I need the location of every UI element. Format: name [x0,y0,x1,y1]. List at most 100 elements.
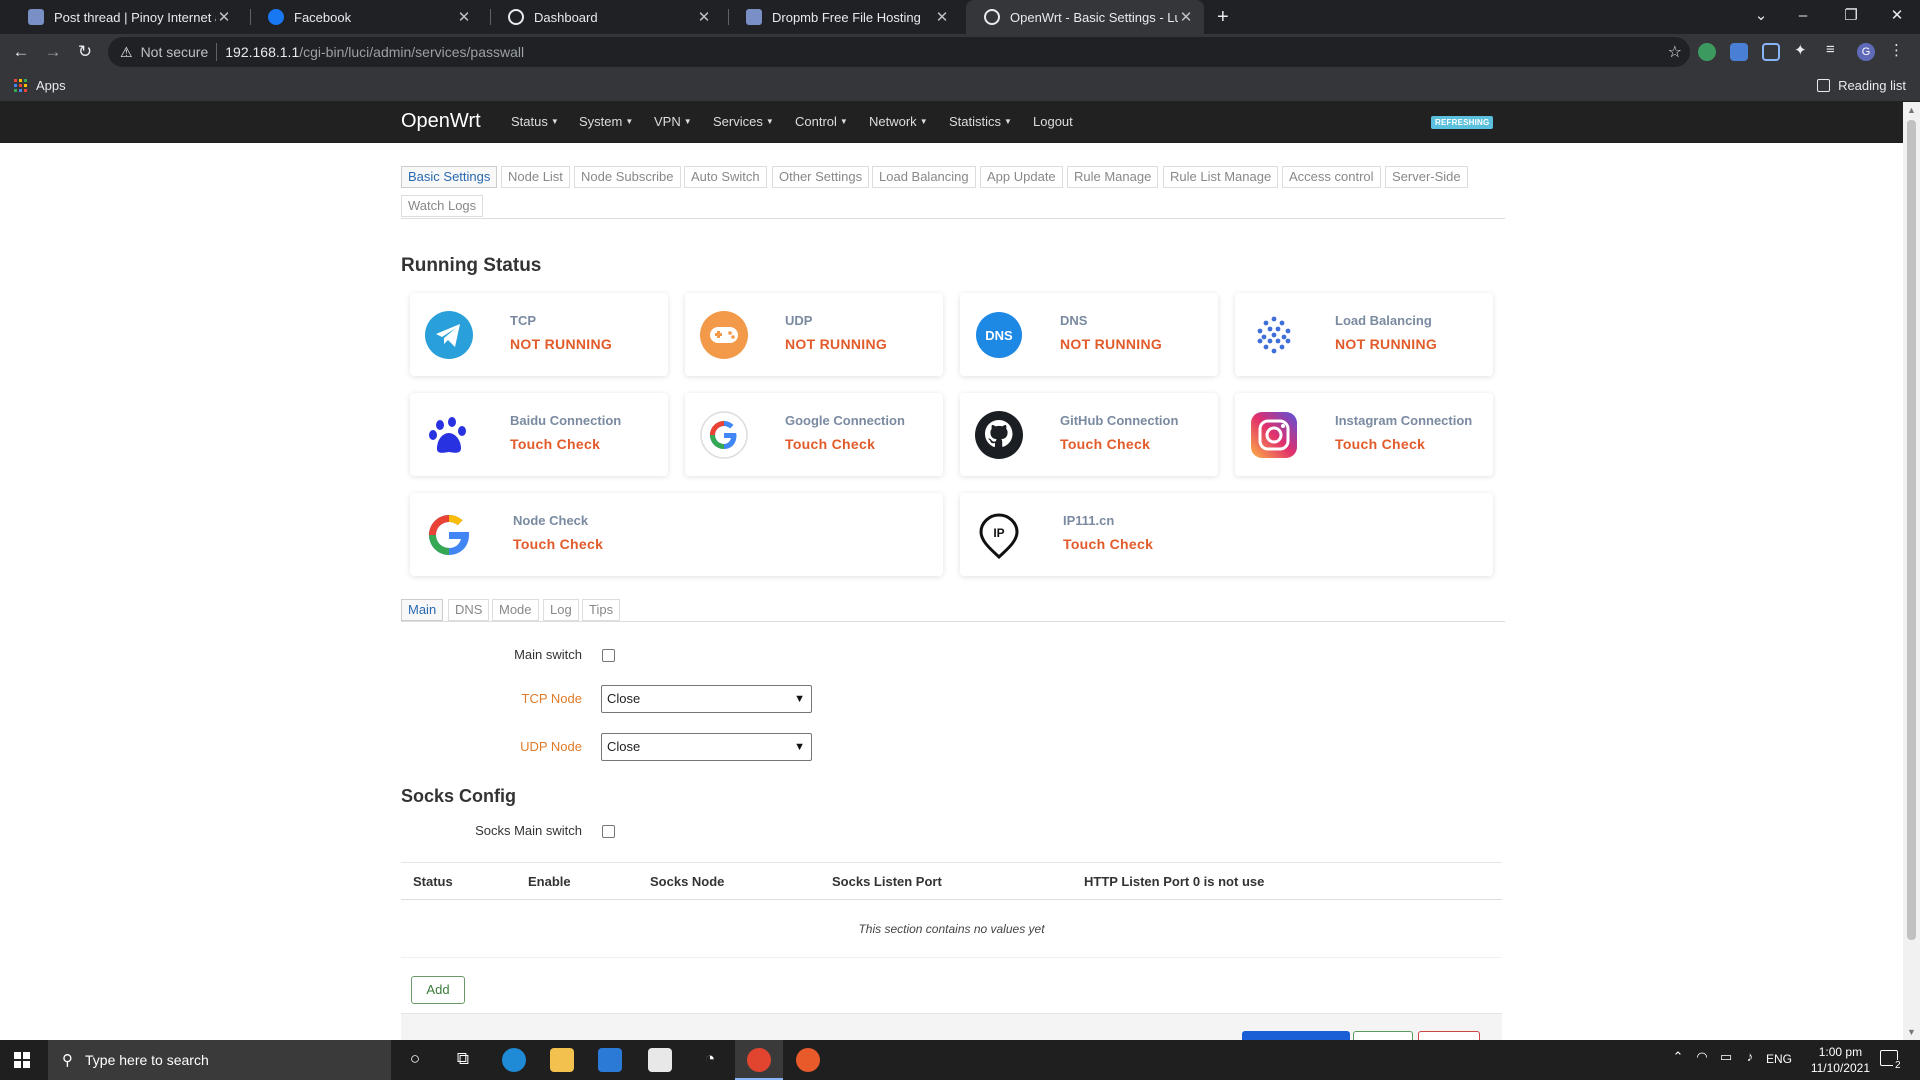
subtab-main[interactable]: Main [401,599,444,621]
close-icon[interactable]: ✕ [216,8,232,26]
volume-icon[interactable]: ♪ [1738,1049,1762,1064]
apps-shortcut[interactable]: Apps [14,78,66,93]
tab-server-side[interactable]: Server-Side [1385,166,1468,188]
tab-watch-logs[interactable]: Watch Logs [401,195,484,217]
menu-status[interactable]: Status ▼ [511,114,559,129]
status-card-google[interactable]: Google Connection Touch Check [685,393,943,476]
status-card-load-balancing[interactable]: Load Balancing NOT RUNNING [1235,293,1493,376]
taskbar-clock[interactable]: 1:00 pm 11/10/2021 [1811,1044,1870,1076]
browser-tab[interactable]: Dropmb Free File Hosting ✕ [728,0,960,34]
translate-icon[interactable] [1730,43,1748,61]
menu-statistics[interactable]: Statistics ▼ [949,114,1012,129]
taskbar-search[interactable]: ⚲ Type here to search [48,1040,391,1080]
media-icon[interactable]: ≡ [1826,41,1844,59]
bookmark-star-icon[interactable]: ☆ [1668,42,1682,62]
address-bar[interactable]: ⚠ Not secure 192.168.1.1 /cgi-bin/luci/a… [108,37,1690,67]
media-player-icon[interactable] [796,1048,820,1072]
brand-logo[interactable]: OpenWrt [401,110,481,133]
status-card-udp[interactable]: UDP NOT RUNNING [685,293,943,376]
close-icon[interactable]: ✕ [934,8,950,26]
tab-access-control[interactable]: Access control [1282,166,1381,188]
add-button[interactable]: Add [411,976,465,1004]
close-icon[interactable]: ✕ [696,8,712,26]
tab-other-settings[interactable]: Other Settings [772,166,870,188]
reset-button[interactable] [1418,1031,1480,1040]
web-viewport: OpenWrt Status ▼ System ▼ VPN ▼ Services ▼ C… [0,102,1920,1040]
status-card-dns[interactable]: DNS DNS NOT RUNNING [960,293,1218,376]
windows-start-icon[interactable] [14,1052,30,1068]
restore-button[interactable]: ❐ [1828,0,1874,34]
udp-node-select[interactable]: Close ▼ [601,733,812,761]
battery-icon[interactable]: ▭ [1714,1049,1738,1065]
browser-tab-active[interactable]: OpenWrt - Basic Settings - LuCI ✕ [966,0,1204,34]
speedometer-icon[interactable]: ◔ [698,1049,722,1069]
close-window-button[interactable]: ✕ [1874,0,1920,34]
show-hidden-icons-icon[interactable]: ⌃ [1666,1049,1690,1065]
edge-icon[interactable] [502,1048,526,1072]
chrome-icon[interactable] [747,1048,771,1072]
card-status: Touch Check [1335,436,1426,452]
browser-tab[interactable]: Post thread | Pinoy Internet and ✕ [10,0,242,34]
menu-system[interactable]: System ▼ [579,114,633,129]
scrollbar-thumb[interactable] [1907,120,1916,940]
reload-icon[interactable]: ↻ [73,40,97,64]
logout-link[interactable]: Logout [1033,114,1073,129]
tcp-node-select[interactable]: Close ▼ [601,685,812,713]
subtab-dns[interactable]: DNS [448,599,490,621]
refreshing-badge[interactable]: REFRESHING [1431,116,1494,129]
save-apply-button[interactable] [1242,1031,1350,1040]
tab-node-list[interactable]: Node List [501,166,570,188]
menu-control[interactable]: Control ▼ [795,114,848,129]
tab-app-update[interactable]: App Update [980,166,1063,188]
store-icon[interactable] [648,1048,672,1072]
tab-rule-manage[interactable]: Rule Manage [1067,166,1159,188]
tab-node-subscribe[interactable]: Node Subscribe [574,166,681,188]
card-status: NOT RUNNING [510,336,613,352]
page-scrollbar[interactable]: ▲ ▼ [1903,102,1920,1040]
subtab-mode[interactable]: Mode [492,599,539,621]
extension-icon[interactable] [1698,43,1716,61]
more-menu-icon[interactable]: ⋮ [1889,41,1907,59]
status-card-baidu[interactable]: Baidu Connection Touch Check [410,393,668,476]
scroll-down-icon[interactable]: ▼ [1903,1024,1920,1040]
screenshot-icon[interactable] [1762,43,1780,61]
file-explorer-icon[interactable] [550,1048,574,1072]
subtab-log[interactable]: Log [543,599,579,621]
minimize-button[interactable]: – [1780,0,1826,34]
tab-search-icon[interactable]: ⌄ [1738,0,1784,34]
tab-auto-switch[interactable]: Auto Switch [684,166,767,188]
browser-tab[interactable]: Facebook ✕ [250,0,482,34]
cortana-icon[interactable]: ○ [403,1049,427,1069]
socks-main-switch-checkbox[interactable] [602,825,615,838]
status-card-github[interactable]: GitHub Connection Touch Check [960,393,1218,476]
puzzle-icon[interactable]: ✦ [1794,41,1812,59]
new-tab-button[interactable]: + [1217,0,1229,34]
forward-icon[interactable]: → [41,40,65,64]
close-icon[interactable]: ✕ [1178,8,1194,26]
status-card-tcp[interactable]: TCP NOT RUNNING [410,293,668,376]
scroll-up-icon[interactable]: ▲ [1903,102,1920,118]
main-switch-checkbox[interactable] [602,649,615,662]
tab-load-balancing[interactable]: Load Balancing [872,166,976,188]
status-card-ip111[interactable]: IP IP111.cn Touch Check [960,493,1493,576]
tab-rule-list-manage[interactable]: Rule List Manage [1163,166,1279,188]
close-icon[interactable]: ✕ [456,8,472,26]
status-card-instagram[interactable]: Instagram Connection Touch Check [1235,393,1493,476]
language-indicator[interactable]: ENG [1766,1052,1792,1066]
menu-vpn[interactable]: VPN ▼ [654,114,692,129]
browser-tab[interactable]: Dashboard ✕ [490,0,722,34]
tab-basic-settings[interactable]: Basic Settings [401,166,498,188]
tab-title: Dropmb Free File Hosting [772,9,921,25]
reading-list-button[interactable]: Reading list [1817,78,1906,93]
profile-avatar[interactable]: G [1857,43,1875,61]
clock-date: 11/10/2021 [1810,1061,1870,1075]
subtab-tips[interactable]: Tips [582,599,621,621]
menu-services[interactable]: Services ▼ [713,114,774,129]
task-view-icon[interactable]: ⧉ [451,1049,475,1069]
back-icon[interactable]: ← [9,40,33,64]
network-icon[interactable]: ◠ [1690,1049,1714,1065]
menu-network[interactable]: Network ▼ [869,114,928,129]
mail-icon[interactable] [598,1048,622,1072]
save-button[interactable] [1353,1031,1413,1040]
status-card-node-check[interactable]: Node Check Touch Check [410,493,943,576]
